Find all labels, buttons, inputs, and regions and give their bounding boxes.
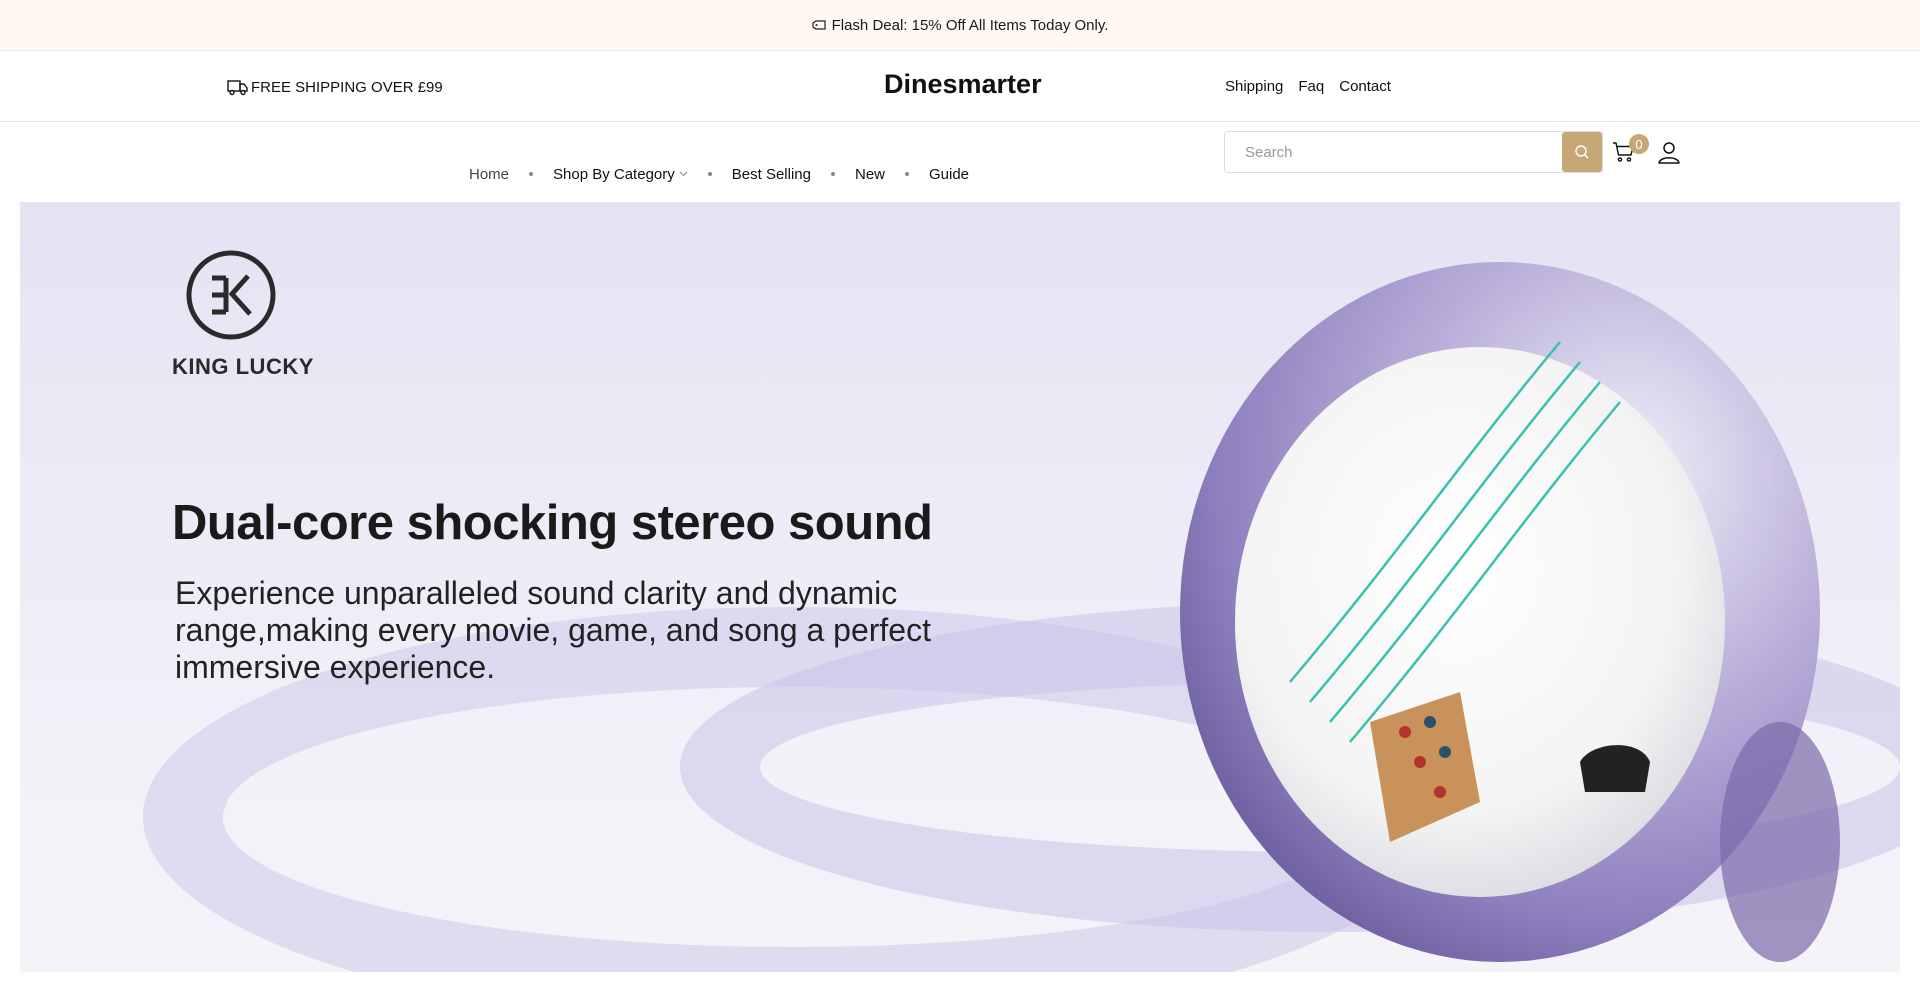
nav-shop-by-category-label: Shop By Category [553,165,675,183]
header-links: Shipping Faq Contact [1225,78,1391,95]
cart-count-badge: 0 [1629,134,1649,154]
truck-icon [227,80,248,96]
king-lucky-logo-icon [186,250,276,340]
nav-home[interactable]: Home [469,166,509,183]
nav-best-selling[interactable]: Best Selling [732,166,811,183]
nav-guide[interactable]: Guide [929,166,969,183]
hero-headline: Dual-core shocking stereo sound [172,496,933,550]
hero-subcopy: Experience unparalleled sound clarity an… [175,575,931,685]
speaker-sphere-image [1180,262,1840,962]
search-button[interactable] [1562,132,1602,172]
main-menu: Home Shop By Category Best Selling New G… [469,144,969,204]
announcement-bar: Flash Deal: 15% Off All Items Today Only… [0,0,1920,51]
header: FREE SHIPPING OVER £99 Dinesmarter Shipp… [0,51,1920,122]
user-icon[interactable] [1657,140,1681,164]
faq-link[interactable]: Faq [1298,78,1324,95]
nav-new[interactable]: New [855,166,885,183]
free-shipping-text: FREE SHIPPING OVER £99 [251,78,443,96]
nav-shop-by-category[interactable]: Shop By Category [553,166,688,183]
chevron-down-icon [679,171,688,177]
brand-logo[interactable]: Dinesmarter [884,69,1042,100]
nav-separator [707,172,712,176]
announcement-text: Flash Deal: 15% Off All Items Today Only… [831,16,1109,34]
main-navbar: Home Shop By Category Best Selling New G… [0,122,1920,202]
hero-logo-text: KING LUCKY [172,354,314,379]
search-box [1224,131,1603,173]
nav-separator [529,172,534,176]
nav-separator [905,172,909,176]
search-input[interactable] [1225,132,1563,172]
contact-link[interactable]: Contact [1339,78,1391,95]
tag-icon [811,20,826,30]
nav-separator [830,172,835,176]
search-icon [1575,145,1589,159]
free-shipping-notice: FREE SHIPPING OVER £99 [227,77,443,97]
hero-banner[interactable]: KING LUCKY Dual-core shocking stereo sou… [20,202,1900,972]
shipping-link[interactable]: Shipping [1225,78,1283,95]
